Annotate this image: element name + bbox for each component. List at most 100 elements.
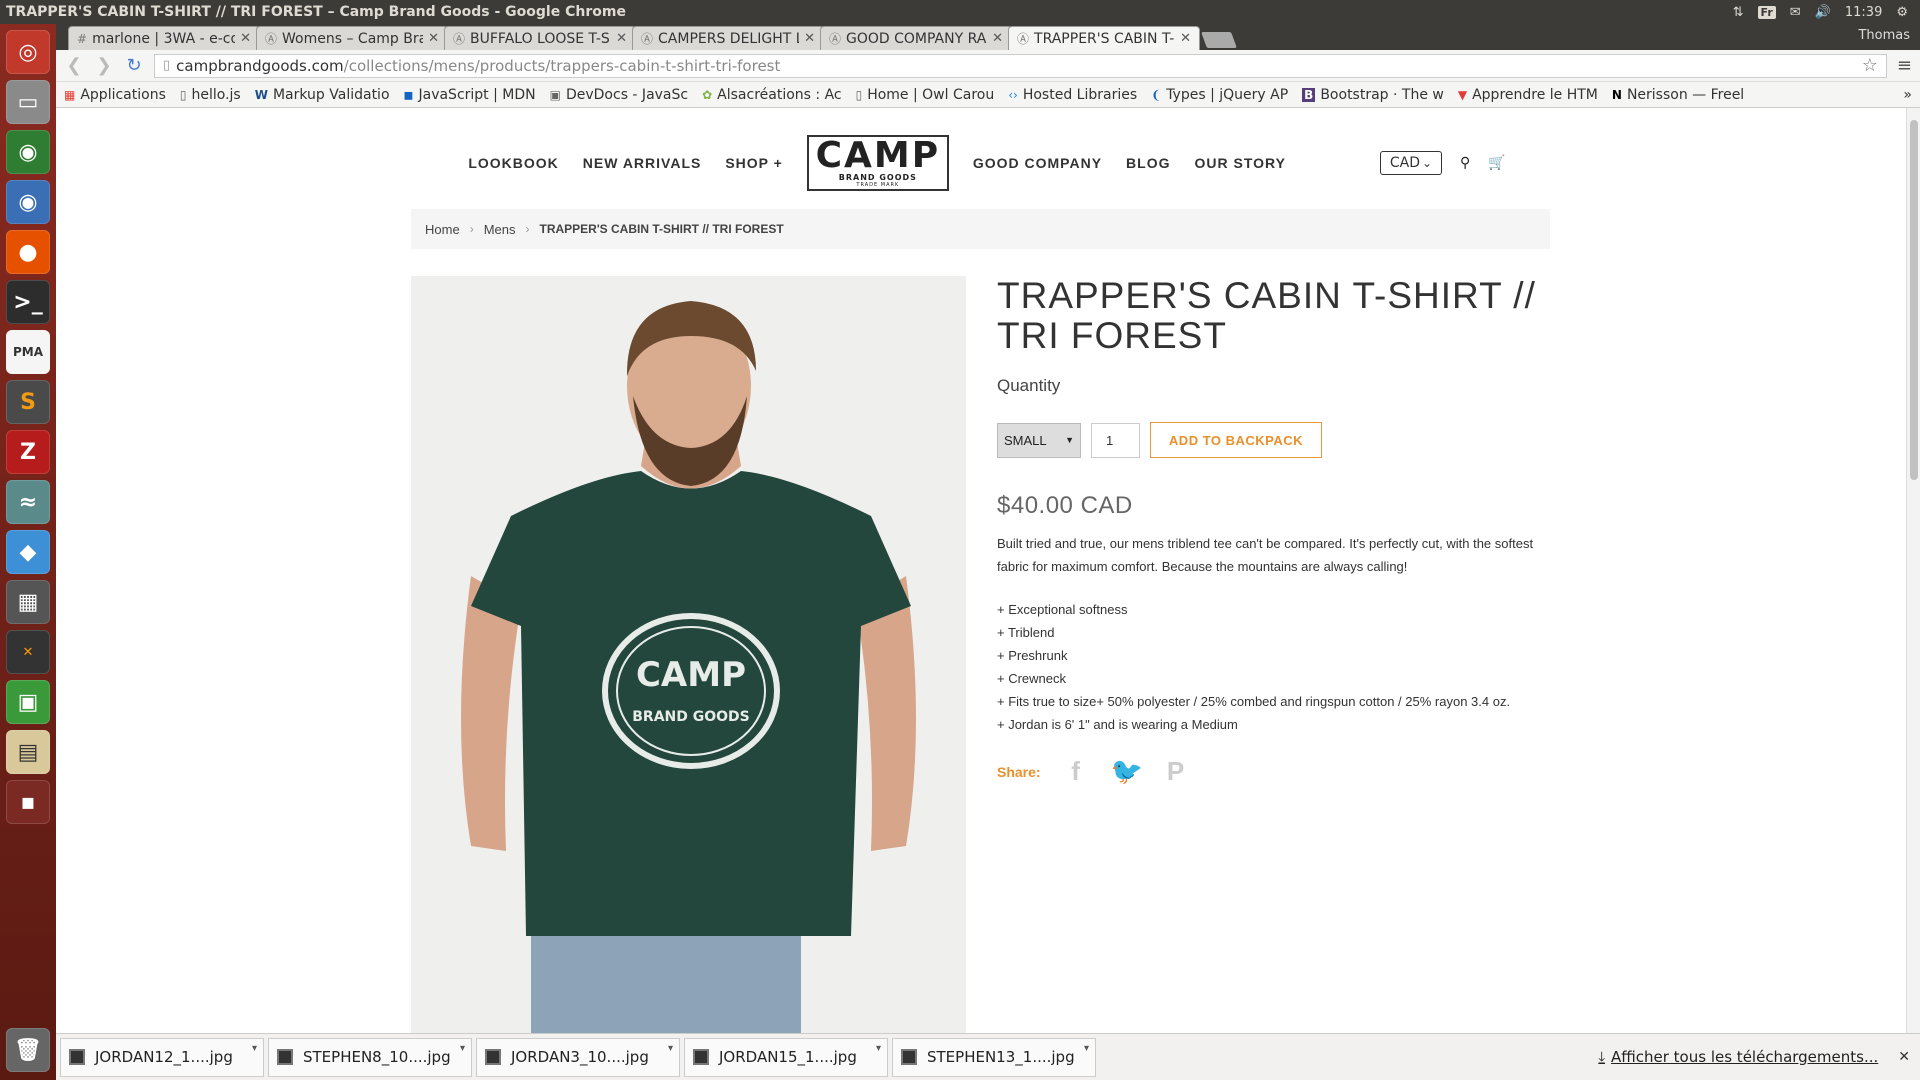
download-item[interactable]: JORDAN15_1....jpg ▾ [684,1037,888,1077]
sublime-text-icon[interactable]: S [6,380,50,424]
bookmark-item[interactable]: ✿ Alsacréations : Ac [702,87,842,103]
image-viewer-icon[interactable]: ▤ [6,730,50,774]
search-icon[interactable]: ⚲ [1460,155,1470,171]
chrome-icon[interactable]: ◉ [6,130,50,174]
address-bar[interactable]: ▯ campbrandgoods.com/collections/mens/pr… [154,53,1887,78]
dropdown-arrow-icon: ▼ [1065,435,1074,445]
tab-close-icon[interactable]: ✕ [804,31,815,46]
bookmark-item[interactable]: ‹› Hosted Libraries [1008,87,1137,103]
product-title: TRAPPER'S CABIN T-SHIRT // TRI FOREST [997,275,1536,356]
chromium-icon[interactable]: ◉ [6,180,50,224]
volume-icon[interactable]: 🔊 [1815,5,1831,20]
nav-our-story[interactable]: OUR STORY [1195,155,1286,171]
bookmark-label: Hosted Libraries [1022,86,1138,103]
forward-arrow-icon[interactable]: ❯ [94,55,114,76]
camp-logo[interactable]: CAMP BRAND GOODS TRADE MARK [806,135,949,191]
firefox-icon[interactable]: ● [6,230,50,274]
bookmark-item[interactable]: ▯ hello.js [180,87,241,103]
nav-shop[interactable]: SHOP + [725,155,783,171]
facebook-icon[interactable]: f [1061,756,1091,787]
workspace-switcher-icon[interactable]: ▪ [6,780,50,824]
network-icon[interactable]: ⇅ [1733,5,1744,20]
dropdown-arrow-icon[interactable]: ▾ [1084,1043,1089,1054]
browser-tab[interactable]: # marlone | 3WA - e-co ✕ [68,26,260,50]
bookmark-item[interactable]: ▣ DevDocs - JavaSc [550,87,688,103]
calculator-icon[interactable]: ▦ [6,580,50,624]
size-select[interactable]: SMALL ▼ [997,422,1081,458]
tab-close-icon[interactable]: ✕ [616,31,627,46]
bookmark-item[interactable]: W Markup Validatio [255,87,390,103]
bookmark-item[interactable]: ▼ Apprendre le HTM [1458,87,1598,103]
close-icon[interactable]: ✕ [1898,1049,1910,1065]
browser-tab-active[interactable]: Ⓐ TRAPPER'S CABIN T- ✕ [1008,26,1200,50]
quantity-input[interactable]: 1 [1091,422,1140,458]
chrome-menu-icon[interactable]: ≡ [1897,55,1912,76]
bookmark-item[interactable]: ◼ JavaScript | MDN [404,87,536,103]
cube-app-icon[interactable]: ▣ [6,680,50,724]
mail-icon[interactable]: ✉ [1790,5,1801,20]
trash-icon[interactable]: 🗑 [6,1028,50,1072]
scrollbar-thumb[interactable] [1910,120,1918,480]
devdocs-icon: ▣ [549,87,561,102]
tab-label: CAMPERS DELIGHT L [658,30,800,47]
cart-icon[interactable]: 🛒 [1488,155,1505,171]
more-bookmarks-icon[interactable]: » [1903,87,1912,103]
settings-gear-icon[interactable]: ⚙ [1896,5,1908,20]
currency-value: CAD [1389,155,1420,171]
product-info: TRAPPER'S CABIN T-SHIRT // TRI FOREST Qu… [997,276,1557,787]
nav-good-company[interactable]: GOOD COMPANY [973,155,1102,171]
bookmark-item[interactable]: ❨ Types | jQuery AP [1151,87,1288,103]
bookmark-apps[interactable]: ▦ Applications [64,87,166,103]
profile-name[interactable]: Thomas [1858,28,1910,43]
breadcrumb-category[interactable]: Mens [484,222,516,237]
bookmark-item[interactable]: B Bootstrap · The w [1302,87,1444,103]
image-file-icon [693,1049,709,1065]
tab-close-icon[interactable]: ✕ [1180,31,1191,46]
nav-lookbook[interactable]: LOOKBOOK [468,155,558,171]
filezilla-icon[interactable]: Z [6,430,50,474]
browser-tab[interactable]: Ⓐ Womens – Camp Bra ✕ [256,26,448,50]
bookmark-item[interactable]: N Nerisson — Freel [1612,87,1744,103]
bookmark-item[interactable]: ▯ Home | Owl Carou [856,87,995,103]
logo-trademark-text: TRADE MARK [856,181,900,188]
back-arrow-icon[interactable]: ❮ [64,55,84,76]
pinterest-icon[interactable]: P [1161,756,1191,787]
clock[interactable]: 11:39 [1845,5,1882,20]
browser-tab[interactable]: Ⓐ GOOD COMPANY RA ✕ [820,26,1012,50]
nav-blog[interactable]: BLOG [1126,155,1170,171]
dropdown-arrow-icon[interactable]: ▾ [460,1043,465,1054]
keyboard-layout-indicator[interactable]: Fr [1757,5,1776,19]
tab-close-icon[interactable]: ✕ [992,31,1003,46]
terminal-icon[interactable]: >_ [6,280,50,324]
ubuntu-dash-icon[interactable]: ◎ [6,30,50,74]
show-all-downloads-link[interactable]: ⤓ Afficher tous les téléchargements... [1598,1048,1878,1066]
dropdown-arrow-icon[interactable]: ▾ [252,1043,257,1054]
download-item[interactable]: JORDAN12_1....jpg ▾ [60,1037,264,1077]
twitter-icon[interactable]: 🐦 [1111,756,1143,787]
browser-tab[interactable]: Ⓐ BUFFALO LOOSE T-S ✕ [444,26,636,50]
network-tool-icon[interactable]: ≈ [6,480,50,524]
reload-icon[interactable]: ↻ [124,55,144,76]
phpmyadmin-icon[interactable]: PMA [6,330,50,374]
currency-selector[interactable]: CAD ⌄ [1379,151,1442,175]
page-scrollbar[interactable] [1906,108,1920,1033]
new-tab-button[interactable] [1201,32,1237,48]
product-price: $40.00 CAD [997,492,1133,519]
breadcrumb-home[interactable]: Home [425,222,460,237]
nav-new-arrivals[interactable]: NEW ARRIVALS [583,155,702,171]
tab-close-icon[interactable]: ✕ [428,31,439,46]
dropbox-icon[interactable]: ◆ [6,530,50,574]
download-item[interactable]: STEPHEN8_10....jpg ▾ [268,1037,472,1077]
chat-app-icon[interactable]: ✕ [6,630,50,674]
browser-tab[interactable]: Ⓐ CAMPERS DELIGHT L ✕ [632,26,824,50]
download-item[interactable]: JORDAN3_10....jpg ▾ [476,1037,680,1077]
bookmark-star-icon[interactable]: ☆ [1862,55,1878,76]
tab-close-icon[interactable]: ✕ [240,31,251,46]
product-image[interactable]: CAMP BRAND GOODS [411,276,966,1033]
dropdown-arrow-icon[interactable]: ▾ [668,1043,673,1054]
dropdown-arrow-icon[interactable]: ▾ [876,1043,881,1054]
download-item[interactable]: STEPHEN13_1....jpg ▾ [892,1037,1096,1077]
files-icon[interactable]: ▭ [6,80,50,124]
add-to-backpack-button[interactable]: ADD TO BACKPACK [1150,422,1322,458]
bookmark-label: Bootstrap · The w [1320,86,1444,103]
